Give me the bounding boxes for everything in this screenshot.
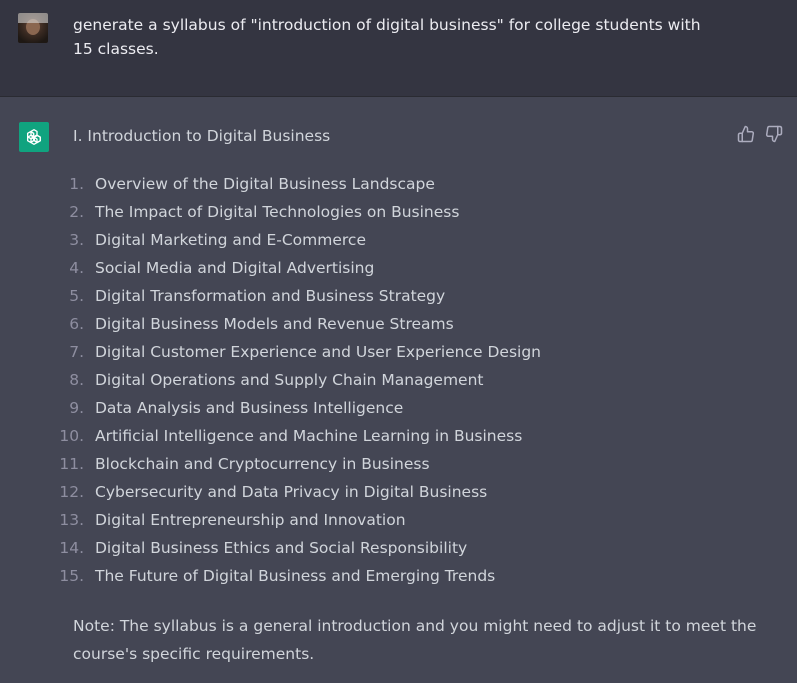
list-item-number: 4. xyxy=(69,259,84,277)
list-item-text: Digital Entrepreneurship and Innovation xyxy=(95,511,406,529)
response-heading: I. Introduction to Digital Business xyxy=(73,127,331,145)
list-item-text: Digital Transformation and Business Stra… xyxy=(95,287,446,305)
list-item-number: 11. xyxy=(59,455,84,473)
list-item-text: The Impact of Digital Technologies on Bu… xyxy=(95,203,460,221)
thumbs-down-icon[interactable] xyxy=(765,125,783,143)
list-item-text: Artificial Intelligence and Machine Lear… xyxy=(95,427,523,445)
openai-logo-icon xyxy=(19,122,49,152)
list-item-number: 15. xyxy=(59,567,84,585)
list-item-number: 13. xyxy=(59,511,84,529)
thumbs-up-icon[interactable] xyxy=(737,125,755,143)
list-item-number: 14. xyxy=(59,539,84,557)
list-item-number: 12. xyxy=(59,483,84,501)
list-item-text: The Future of Digital Business and Emerg… xyxy=(95,567,496,585)
list-item-text: Digital Marketing and E-Commerce xyxy=(95,231,366,249)
list-item-text: Social Media and Digital Advertising xyxy=(95,259,375,277)
list-item-text: Digital Customer Experience and User Exp… xyxy=(95,343,542,361)
list-item-number: 1. xyxy=(69,175,84,193)
list-item-number: 10. xyxy=(59,427,84,445)
list-item-number: 5. xyxy=(69,287,84,305)
response-note: Note: The syllabus is a general introduc… xyxy=(73,617,757,663)
user-avatar xyxy=(18,13,48,43)
list-item-number: 9. xyxy=(69,399,84,417)
list-item-number: 6. xyxy=(69,315,84,333)
list-item-text: Cybersecurity and Data Privacy in Digita… xyxy=(95,483,488,501)
user-message: generate a syllabus of "introduction of … xyxy=(0,0,797,97)
user-message-text: generate a syllabus of "introduction of … xyxy=(73,16,701,58)
list-item-text: Digital Business Models and Revenue Stre… xyxy=(95,315,454,333)
list-item-text: Data Analysis and Business Intelligence xyxy=(95,399,404,417)
list-item-number: 2. xyxy=(69,203,84,221)
list-item-number: 3. xyxy=(69,231,84,249)
list-item-number: 7. xyxy=(69,343,84,361)
list-item-text: Overview of the Digital Business Landsca… xyxy=(95,175,435,193)
list-item-number: 8. xyxy=(69,371,84,389)
list-item-text: Digital Business Ethics and Social Respo… xyxy=(95,539,468,557)
list-item-text: Blockchain and Cryptocurrency in Busines… xyxy=(95,455,430,473)
list-item-text: Digital Operations and Supply Chain Mana… xyxy=(95,371,484,389)
